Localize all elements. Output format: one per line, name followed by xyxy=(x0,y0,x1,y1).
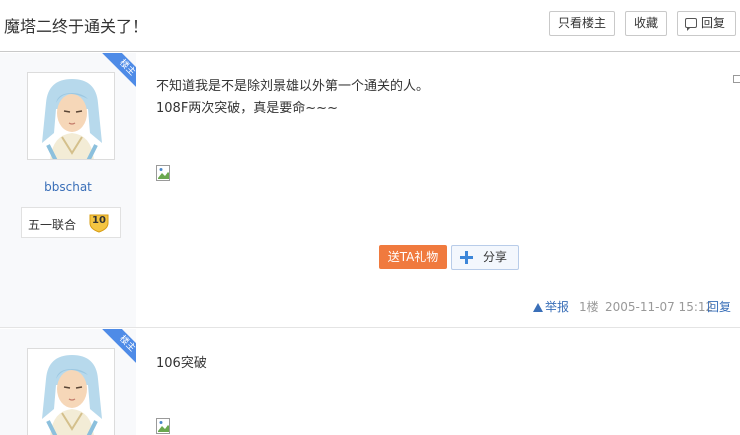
broken-image-icon xyxy=(156,165,172,181)
username-link[interactable]: bbschat xyxy=(0,180,136,194)
broken-image-icon xyxy=(156,418,172,434)
reply-button[interactable]: 回复 xyxy=(677,11,736,36)
post-content: 不知道我是不是除刘景雄以外第一个通关的人。 108F两次突破，真是要命~~~ xyxy=(156,76,429,120)
warning-icon xyxy=(533,303,543,312)
author-sidebar: 楼主 bbschat 五一联合 10 xyxy=(0,53,136,327)
share-button[interactable]: 分享 xyxy=(451,245,519,270)
reply-button-label: 回复 xyxy=(701,16,726,30)
post-text-line: 不知道我是不是除刘景雄以外第一个通关的人。 xyxy=(156,79,430,94)
only-author-button[interactable]: 只看楼主 xyxy=(549,11,615,36)
post-time: 2005-11-07 15:12 xyxy=(605,300,714,314)
report-label: 举报 xyxy=(545,300,570,314)
post-text-line: 106突破 xyxy=(156,356,207,371)
level-number: 10 xyxy=(92,215,106,226)
rank-name: 五一联合 xyxy=(28,218,77,232)
thread-title: 魔塔二终于通关了！ xyxy=(4,17,149,36)
share-label: 分享 xyxy=(483,250,508,264)
level-badge-icon: 10 xyxy=(88,213,110,233)
send-gift-button[interactable]: 送TA礼物 xyxy=(379,245,447,269)
collapse-icon[interactable] xyxy=(733,75,740,83)
post: 楼主 bbschat 五一联合 10 不知道我是不是除刘景雄以外第一个通关的人。… xyxy=(0,53,740,328)
author-sidebar: 楼主 xyxy=(0,329,136,435)
thread-header: 魔塔二终于通关了！ 只看楼主 收藏 回复 xyxy=(0,0,740,52)
comment-icon xyxy=(685,18,697,31)
post: 楼主 106突破 xyxy=(0,329,740,435)
plus-icon xyxy=(460,251,473,264)
avatar[interactable] xyxy=(27,348,115,435)
report-link[interactable]: 举报 xyxy=(533,299,569,315)
post-text-line: 108F两次突破，真是要命~~~ xyxy=(156,101,338,116)
favorite-button[interactable]: 收藏 xyxy=(625,11,667,36)
reply-link[interactable]: 回复 xyxy=(707,299,731,315)
user-rank: 五一联合 10 xyxy=(21,207,121,238)
avatar[interactable] xyxy=(27,72,115,160)
post-content: 106突破 xyxy=(156,353,207,375)
floor-number: 1楼 xyxy=(579,300,599,314)
